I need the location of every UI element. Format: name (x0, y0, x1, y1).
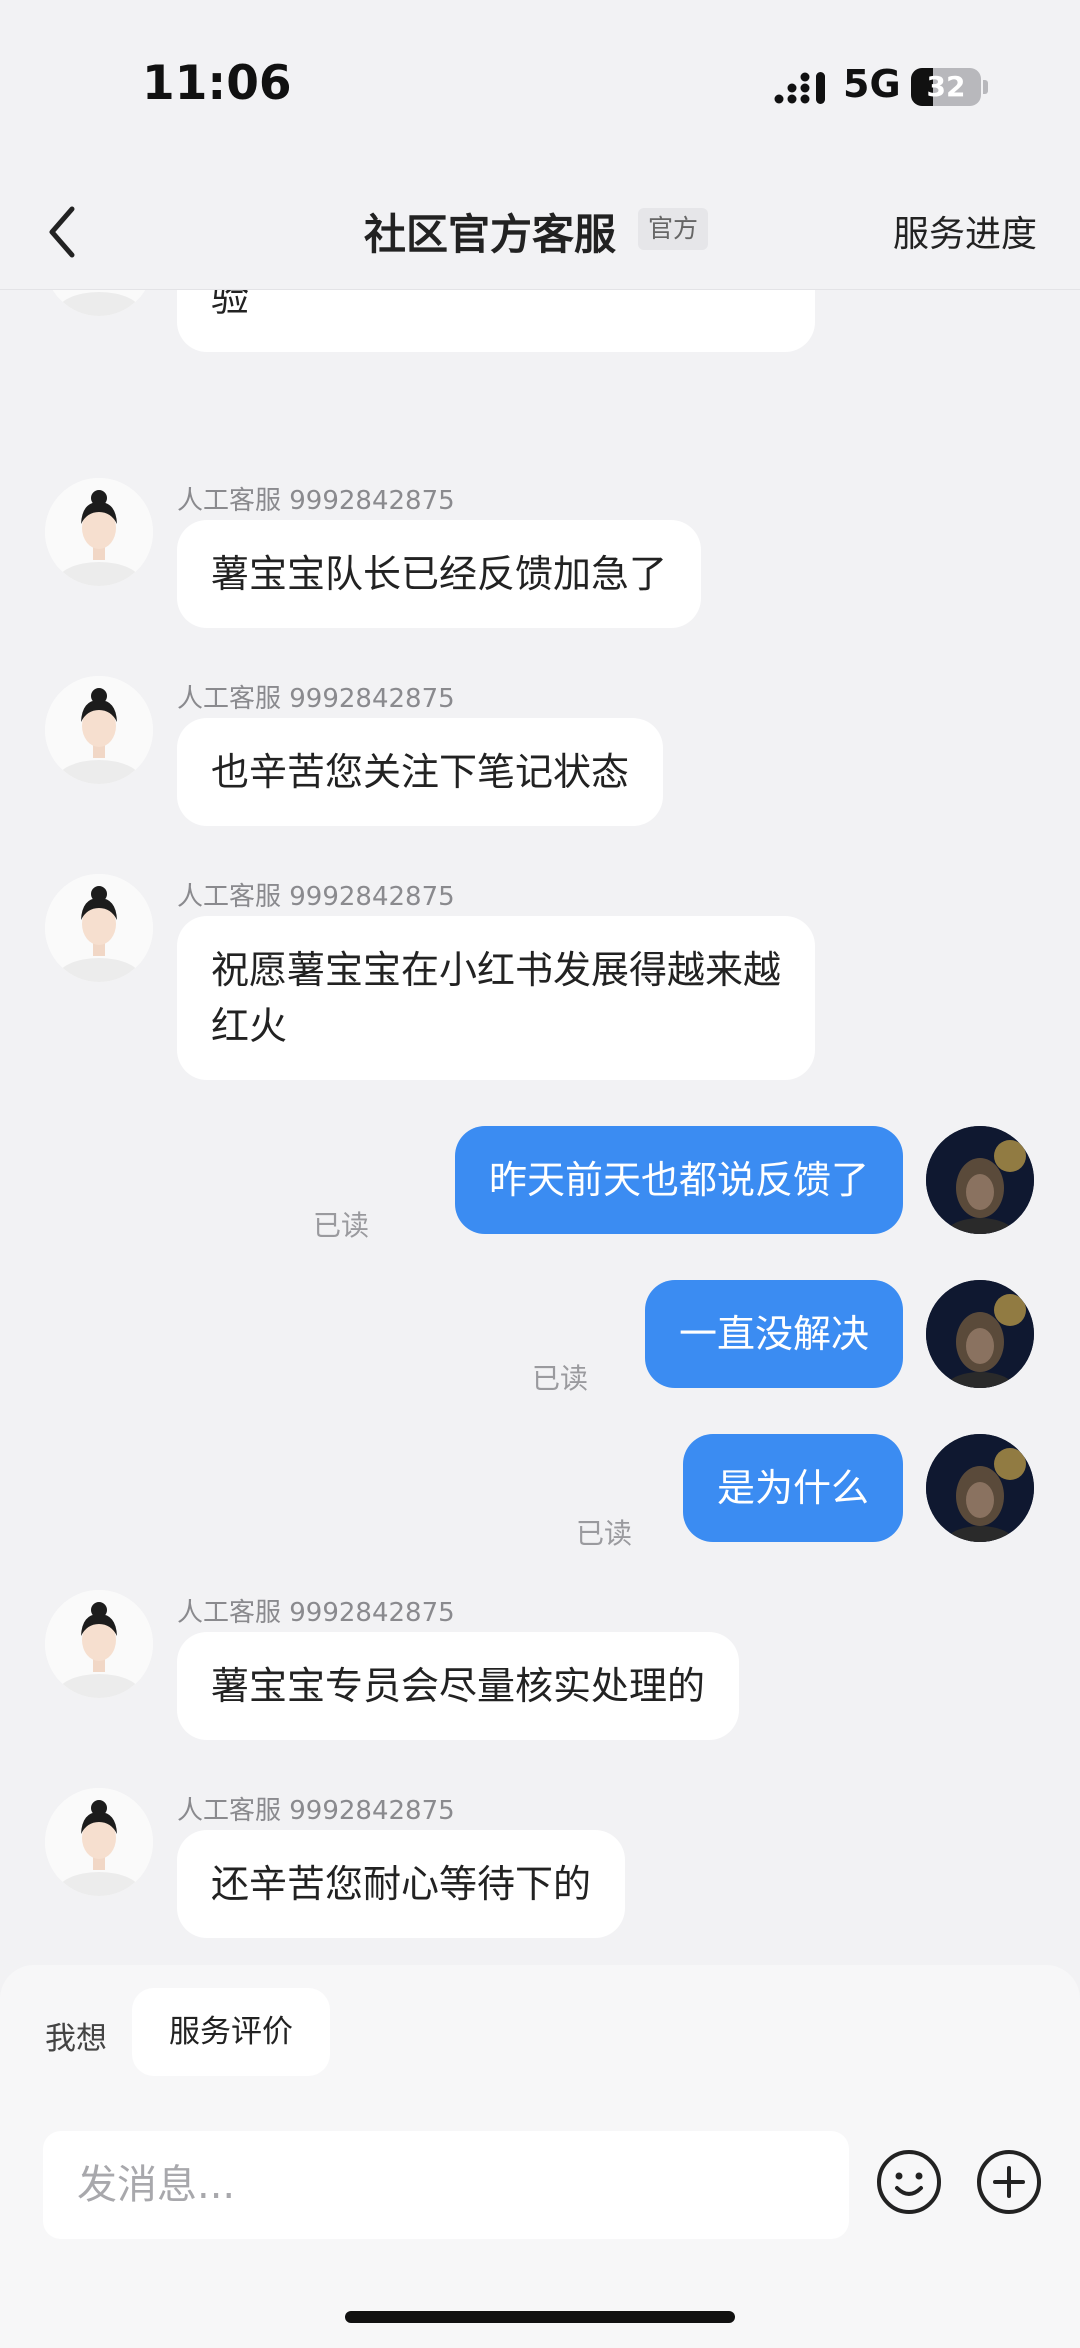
sender-name: 人工客服 9992842875 (177, 882, 455, 912)
agent-avatar (45, 478, 153, 586)
agent-avatar (45, 1788, 153, 1896)
agent-avatar (45, 290, 153, 316)
message-bubble: 也辛苦您关注下笔记状态 (177, 718, 664, 826)
sender-name: 人工客服 9992842875 (177, 1598, 455, 1628)
battery-level: 32 (926, 70, 966, 103)
message-bubble: 还辛苦您耐心等待下的 (177, 1830, 626, 1938)
message-bubble: 薯宝宝队长已经反馈加急了 (177, 520, 702, 628)
message-bubble: 薯宝宝专员会尽量核实处理的 (177, 1632, 740, 1740)
message-input-box[interactable] (43, 2131, 849, 2239)
chevron-left-icon[interactable] (42, 197, 86, 267)
battery-icon: 32 (911, 68, 981, 106)
my-message-bubble: 昨天前天也都说反馈了 (454, 1126, 903, 1234)
sender-name: 人工客服 9992842875 (177, 486, 455, 516)
my-avatar[interactable] (926, 1126, 1034, 1234)
message-bubble: 薯宝宝很抱歉给您带来不愉快的体 验 (177, 290, 816, 352)
service-progress-link[interactable]: 服务进度 (893, 205, 1037, 257)
emoji-icon[interactable] (875, 2148, 943, 2216)
battery-nub (983, 80, 988, 94)
status-time: 11:06 (142, 56, 292, 111)
read-status: 已读 (313, 1209, 370, 1242)
plus-icon[interactable] (975, 2148, 1043, 2216)
my-message-bubble: 是为什么 (682, 1434, 903, 1542)
nav-bar: 社区官方客服 官方 服务进度 (0, 175, 1080, 290)
service-rating-chip[interactable]: 服务评价 (132, 1988, 330, 2076)
home-indicator[interactable] (345, 2311, 735, 2323)
bottom-panel: 我想 服务评价 (0, 1965, 1080, 2348)
my-message-bubble: 一直没解决 (644, 1280, 903, 1388)
official-badge: 官方 (638, 208, 709, 250)
quick-reply-label: 我想 (45, 2021, 107, 2057)
sender-name: 人工客服 9992842875 (177, 1796, 455, 1826)
chat-list[interactable]: 薯宝宝很抱歉给您带来不愉快的体 验 人工客服 9992842875 薯宝宝队长已… (0, 290, 1080, 1965)
my-avatar[interactable] (926, 1434, 1034, 1542)
signal-icon (774, 72, 825, 104)
sender-name: 人工客服 9992842875 (177, 684, 455, 714)
message-input[interactable] (43, 2131, 849, 2239)
agent-avatar (45, 676, 153, 784)
network-type: 5G (843, 62, 901, 106)
read-status: 已读 (576, 1517, 633, 1550)
my-avatar[interactable] (926, 1280, 1034, 1388)
status-bar: 11:06 5G 32 (0, 0, 1080, 175)
agent-avatar (45, 874, 153, 982)
message-bubble: 祝愿薯宝宝在小红书发展得越来越 红火 (177, 916, 816, 1080)
read-status: 已读 (532, 1362, 589, 1395)
page-title: 社区官方客服 (364, 210, 617, 259)
agent-avatar (45, 1590, 153, 1698)
